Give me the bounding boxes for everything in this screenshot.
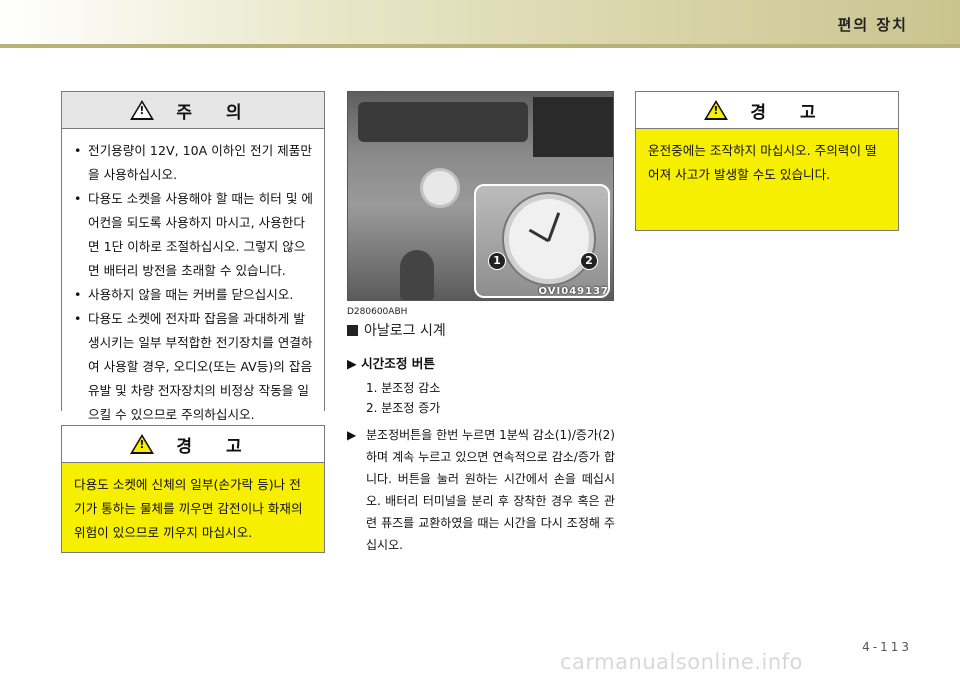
- warning-triangle-icon: !: [704, 100, 729, 120]
- warning-title: 경 고: [176, 436, 256, 457]
- caution-header: ! 주 의: [62, 92, 324, 129]
- instruction-paragraph: ▶ 분조정버튼을 한번 누르면 1분씩 감소(1)/증가(2)하며 계속 누르고…: [347, 424, 615, 556]
- steps-list: 1. 분조정 감소 2. 분조정 증가: [366, 378, 440, 418]
- square-bullet-icon: [347, 324, 358, 336]
- list-item: 다용도 소켓에 전자파 잡음을 과대하게 발생시키는 일부 부적합한 전기장치를…: [74, 307, 314, 427]
- warning-triangle-icon: !: [130, 434, 155, 454]
- page-number: 4-113: [862, 640, 912, 654]
- watermark: carmanualsonline.info: [560, 650, 803, 674]
- callout-1: 1: [488, 252, 506, 270]
- warning-header: ! 경 고: [62, 426, 324, 463]
- warning-title: 경 고: [750, 102, 830, 123]
- clock-hand: [547, 212, 561, 242]
- clock-closeup: 1 2: [474, 184, 610, 298]
- air-vent: [358, 102, 528, 142]
- warning-text: 다용도 소켓에 신체의 일부(손가락 등)나 전기가 통하는 물체를 끼우면 감…: [62, 463, 324, 552]
- doc-code: D280600ABH: [347, 307, 408, 317]
- caution-box: ! 주 의 전기용량이 12V, 10A 이하인 전기 제품만을 사용하십시오.…: [61, 91, 325, 427]
- subheading: 시간조정 버튼: [347, 353, 435, 372]
- gear-lever: [400, 250, 434, 300]
- section-heading: 아날로그 시계: [347, 320, 446, 340]
- warning-box-socket: ! 경 고 다용도 소켓에 신체의 일부(손가락 등)나 전기가 통하는 물체를…: [61, 425, 325, 553]
- arrow-icon: ▶: [347, 428, 357, 442]
- header-rule: [0, 44, 960, 48]
- clock-hand: [528, 228, 550, 243]
- clock-figure: 1 2 OVI049137: [347, 91, 614, 301]
- list-item: 사용하지 않을 때는 커버를 닫으십시오.: [74, 283, 314, 307]
- step-item: 2. 분조정 증가: [366, 401, 441, 415]
- paragraph-text: 분조정버튼을 한번 누르면 1분씩 감소(1)/증가(2)하며 계속 누르고 있…: [366, 428, 615, 552]
- caution-title: 주 의: [176, 102, 256, 123]
- clock-icon: [420, 168, 460, 208]
- list-item: 전기용량이 12V, 10A 이하인 전기 제품만을 사용하십시오.: [74, 139, 314, 187]
- section-title-text: 아날로그 시계: [364, 323, 446, 339]
- analog-clock: [504, 194, 594, 284]
- display-screen: [533, 97, 613, 157]
- warning-header: ! 경 고: [636, 92, 898, 129]
- warning-text: 운전중에는 조작하지 마십시오. 주의력이 떨어져 사고가 발생할 수도 있습니…: [636, 129, 898, 230]
- step-item: 1. 분조정 감소: [366, 381, 441, 395]
- list-item: 다용도 소켓을 사용해야 할 때는 히터 및 에어컨을 되도록 사용하지 마시고…: [74, 187, 314, 283]
- caution-list: 전기용량이 12V, 10A 이하인 전기 제품만을 사용하십시오. 다용도 소…: [62, 129, 324, 427]
- image-code: OVI049137: [538, 286, 609, 297]
- header-bar: 편의 장치: [0, 0, 960, 48]
- section-title: 편의 장치: [837, 16, 908, 34]
- warning-box-clock: ! 경 고 운전중에는 조작하지 마십시오. 주의력이 떨어져 사고가 발생할 …: [635, 91, 899, 231]
- callout-2: 2: [580, 252, 598, 270]
- warning-triangle-icon: !: [130, 100, 155, 120]
